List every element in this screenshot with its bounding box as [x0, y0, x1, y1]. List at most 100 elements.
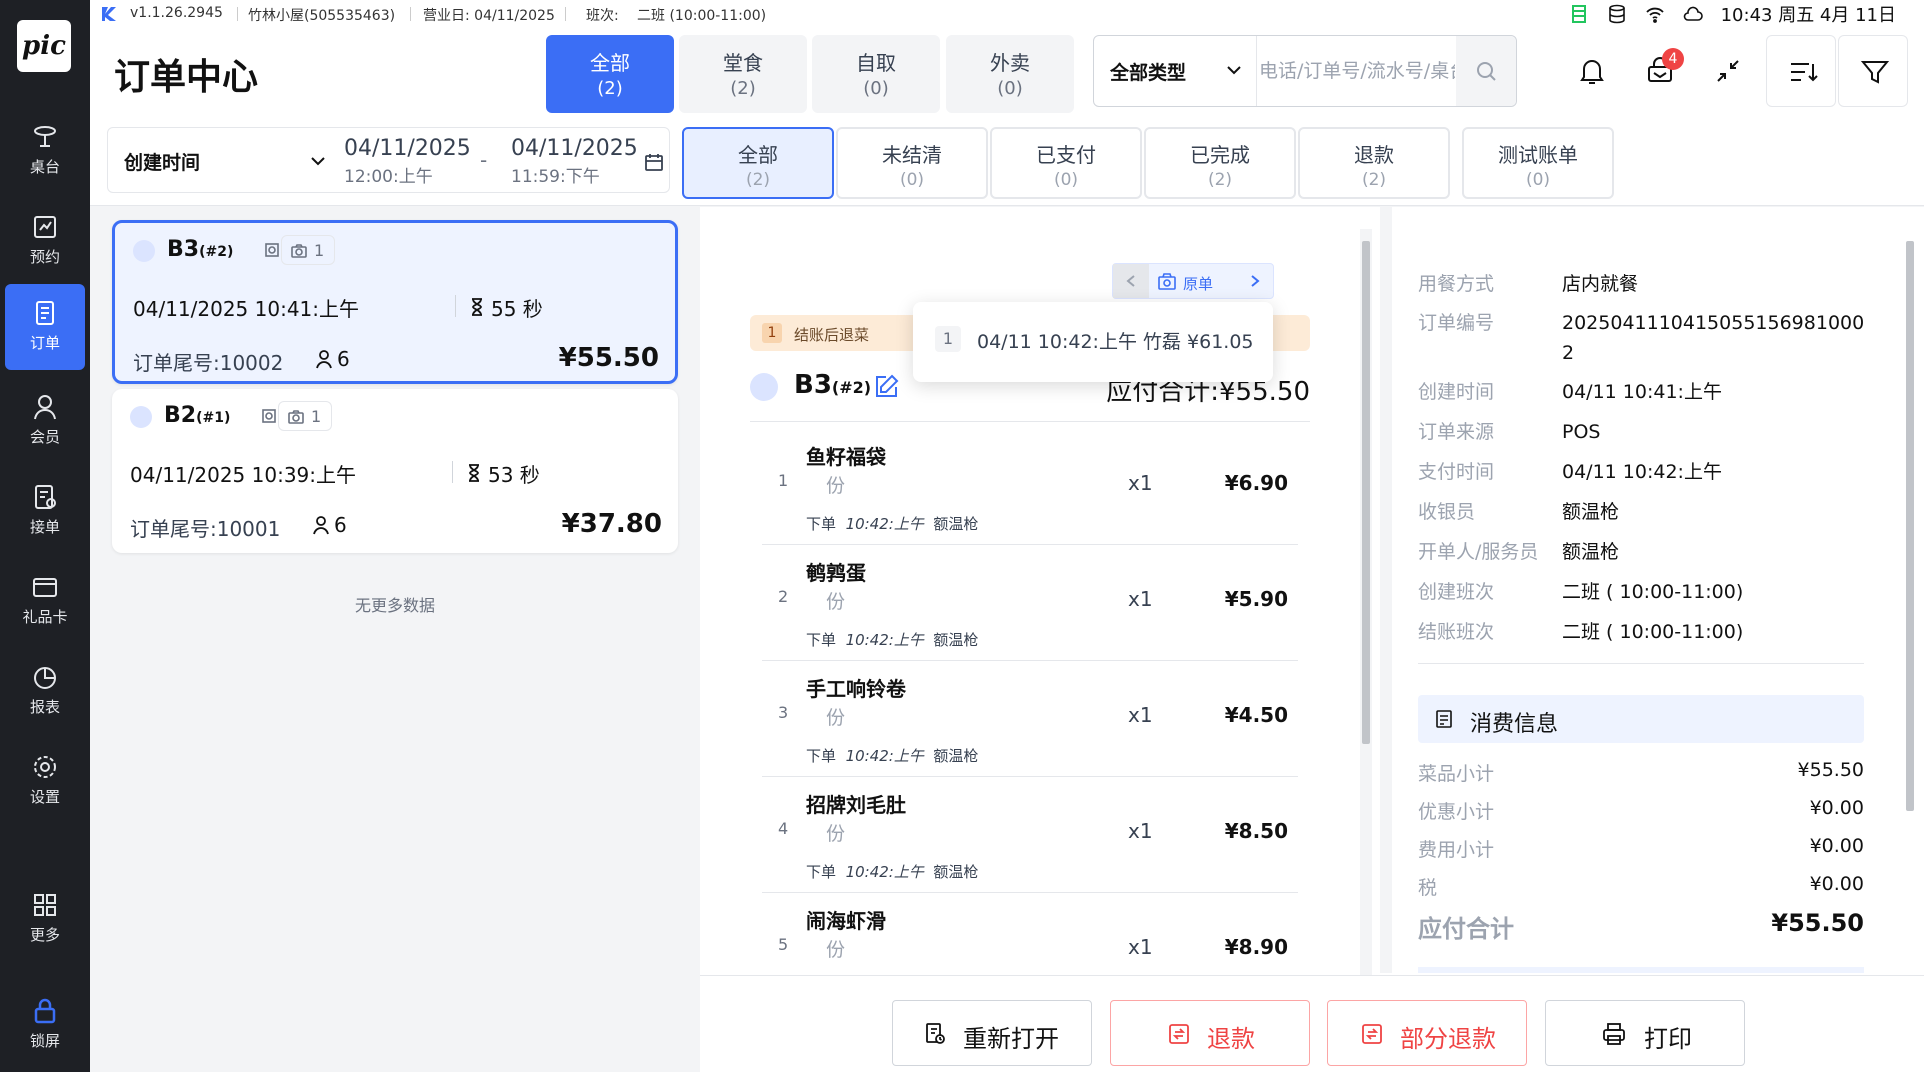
item-quantity: x1: [1128, 587, 1153, 611]
photo-count-value: 1: [311, 407, 322, 426]
partial-refund-button[interactable]: 部分退款: [1327, 1000, 1527, 1066]
list-item[interactable]: 2 鹌鹑蛋 份 下单 10:42:上午 额温枪 x1 ¥5.90: [762, 545, 1298, 661]
chevron-left-icon: [1126, 275, 1135, 287]
date-range-filter[interactable]: 创建时间 04/11/2025 12:00:上午 - 04/11/2025 11…: [107, 127, 670, 193]
date-field-select[interactable]: 创建时间: [124, 148, 200, 175]
divider: [237, 7, 238, 21]
wifi-icon[interactable]: [1645, 4, 1665, 24]
next-section-strip: [1418, 967, 1864, 973]
filter-button[interactable]: [1838, 35, 1908, 107]
sidebar-item-label: 接单: [29, 518, 60, 536]
business-day: 营业日: 04/11/2025: [423, 8, 555, 24]
list-item[interactable]: 4 招牌刘毛肚 份 下单 10:42:上午 额温枪 x1 ¥8.50: [762, 777, 1298, 893]
next-order-button[interactable]: [1237, 264, 1273, 298]
sidebar-item-orders[interactable]: 订单: [5, 284, 85, 370]
item-unit: 份: [826, 475, 846, 497]
list-item[interactable]: 5 闹海虾滑 份 x1 ¥8.90: [762, 893, 1298, 973]
order-type-select[interactable]: 全部类型: [1094, 36, 1257, 106]
edit-icon[interactable]: [872, 373, 900, 401]
end-time: 11:59:下午: [511, 167, 600, 187]
tab-type-all[interactable]: 全部 (2): [546, 35, 674, 113]
order-card[interactable]: B3(#2) 1 04/11/2025 10:41:上午 55 秒 订单尾号:1…: [112, 220, 678, 384]
camera-icon: [291, 244, 307, 258]
reopen-button[interactable]: 重新打开: [892, 1000, 1092, 1066]
printer-icon: [1603, 1023, 1625, 1045]
collapse-button[interactable]: [1692, 35, 1762, 107]
order-duration: 53 秒: [488, 463, 540, 487]
prev-order-button[interactable]: [1113, 264, 1149, 298]
person-icon: [313, 516, 329, 535]
search-button[interactable]: [1456, 36, 1516, 106]
refund-icon: [1169, 1024, 1189, 1044]
original-order-icon: [1158, 273, 1176, 290]
sidebar-item-lock-screen[interactable]: 锁屏: [5, 982, 85, 1068]
order-total: ¥55.50: [558, 343, 659, 373]
tab-count: (2): [745, 170, 771, 190]
receipt-icon: [265, 243, 279, 257]
item-price: ¥6.90: [1224, 471, 1288, 495]
bill-icon: [1436, 710, 1452, 728]
list-item[interactable]: 3 手工响铃卷 份 下单 10:42:上午 额温枪 x1 ¥4.50: [762, 661, 1298, 777]
refund-button[interactable]: 退款: [1110, 1000, 1310, 1066]
online-orders-button[interactable]: [1624, 35, 1694, 107]
sidebar-item-gift-cards[interactable]: 礼品卡: [5, 558, 85, 644]
partial-refund-label: 部分退款: [1400, 1025, 1496, 1053]
item-quantity: x1: [1128, 471, 1153, 495]
print-button[interactable]: 打印: [1545, 1000, 1745, 1066]
sidebar-item-more[interactable]: 更多: [5, 876, 85, 962]
sidebar-item-reservations[interactable]: 预约: [5, 198, 85, 284]
tab-status-unsettled[interactable]: 未结清 (0): [836, 127, 988, 199]
tab-status-completed[interactable]: 已完成 (2): [1144, 127, 1296, 199]
sidebar-item-tables[interactable]: 桌台: [5, 108, 85, 194]
tab-status-refund[interactable]: 退款 (2): [1298, 127, 1450, 199]
search-icon: [1477, 62, 1496, 81]
sidebar-item-label: 报表: [29, 698, 60, 716]
chevron-right-icon: [1251, 275, 1260, 287]
tab-label: 堂食: [723, 51, 763, 75]
list-item[interactable]: 1 鱼籽福袋 份 下单 10:42:上午 额温枪 x1 ¥6.90: [762, 429, 1298, 545]
calendar-icon[interactable]: [644, 152, 664, 172]
receipt-icon: [262, 409, 276, 423]
sidebar-item-accept-orders[interactable]: 接单: [5, 468, 85, 554]
start-date[interactable]: 04/11/2025: [344, 136, 471, 162]
items-scrollbar[interactable]: [1362, 241, 1370, 744]
sort-button[interactable]: [1766, 35, 1836, 107]
order-card[interactable]: B2(#1) 1 04/11/2025 10:39:上午 53 秒 订单尾号:1…: [112, 389, 678, 553]
tab-status-all[interactable]: 全部 (2): [682, 127, 834, 199]
tab-type-delivery[interactable]: 外卖 (0): [946, 35, 1074, 113]
tab-label: 已支付: [1036, 143, 1096, 167]
notification-button[interactable]: [1556, 35, 1626, 107]
person-icon: [316, 350, 332, 369]
sidebar-item-members[interactable]: 会员: [5, 378, 85, 464]
info-scrollbar[interactable]: [1906, 241, 1914, 811]
printer-status-icon[interactable]: [1569, 4, 1589, 24]
chevron-down-icon: [311, 157, 325, 166]
member-icon: [34, 395, 56, 420]
order-list: B3(#2) 1 04/11/2025 10:41:上午 55 秒 订单尾号:1…: [90, 207, 700, 1072]
tab-label: 退款: [1354, 143, 1394, 167]
item-name: 鹌鹑蛋: [806, 561, 866, 585]
tab-status-test-bills[interactable]: 测试账单 (0): [1462, 127, 1614, 199]
database-icon[interactable]: [1607, 4, 1627, 24]
divider: [452, 461, 453, 483]
tab-label: 已完成: [1190, 143, 1250, 167]
end-date[interactable]: 04/11/2025: [511, 136, 638, 162]
tab-type-dine-in[interactable]: 堂食 (2): [679, 35, 807, 113]
sidebar-item-label: 桌台: [29, 158, 60, 176]
divider: [750, 421, 1310, 422]
tab-status-paid[interactable]: 已支付 (0): [990, 127, 1142, 199]
cloud-icon[interactable]: [1683, 4, 1703, 24]
search-input[interactable]: [1259, 54, 1455, 88]
item-quantity: x1: [1128, 935, 1153, 959]
tab-type-pickup[interactable]: 自取 (0): [812, 35, 940, 113]
no-more-data: 无更多数据: [354, 596, 435, 615]
sidebar-item-reports[interactable]: 报表: [5, 648, 85, 734]
tab-label: 测试账单: [1498, 143, 1578, 167]
item-number: 3: [778, 703, 789, 722]
accept-order-icon: [35, 485, 56, 509]
sidebar-item-settings[interactable]: 设置: [5, 738, 85, 824]
sidebar-item-label: 会员: [29, 428, 60, 446]
item-name: 手工响铃卷: [806, 677, 906, 701]
partial-refund-icon: [1362, 1024, 1382, 1044]
table-icon: [130, 406, 152, 428]
